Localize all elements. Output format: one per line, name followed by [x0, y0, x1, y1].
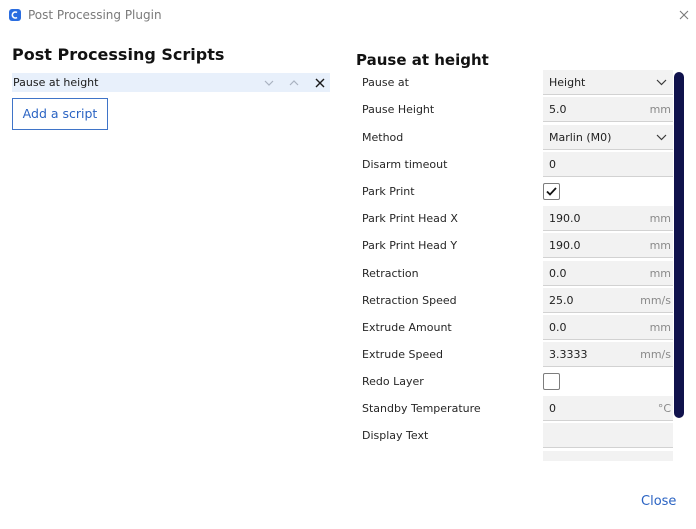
- setting-label: Extrude Speed: [362, 348, 443, 361]
- field-value: 190.0: [549, 239, 581, 252]
- setting-retraction: Retraction 0.0 mm: [355, 260, 675, 287]
- field-unit: mm: [649, 212, 671, 225]
- display-text-input[interactable]: [543, 423, 673, 448]
- extrude-speed-input[interactable]: 3.3333 mm/s: [543, 342, 673, 367]
- setting-display-text: Display Text: [355, 422, 675, 449]
- move-up-icon[interactable]: [287, 75, 301, 89]
- setting-standby-temperature: Standby Temperature 0 °C: [355, 395, 675, 422]
- field-value: 0: [549, 158, 556, 171]
- app-icon: [9, 9, 21, 21]
- script-list-item[interactable]: Pause at height: [12, 73, 330, 92]
- script-settings-heading: Pause at height: [356, 51, 489, 69]
- field-unit: mm/s: [640, 348, 671, 361]
- field-value: 0.0: [549, 321, 567, 334]
- window-close-icon[interactable]: [677, 7, 691, 21]
- move-down-icon[interactable]: [262, 75, 276, 89]
- park-head-y-input[interactable]: 190.0 mm: [543, 233, 673, 258]
- field-value: 190.0: [549, 212, 581, 225]
- setting-park-head-x: Park Print Head X 190.0 mm: [355, 205, 675, 232]
- setting-label: Extrude Amount: [362, 321, 452, 334]
- setting-label: Pause at: [362, 76, 409, 89]
- setting-label: Disarm timeout: [362, 158, 448, 171]
- setting-label: Park Print Head Y: [362, 239, 458, 252]
- field-unit: mm: [649, 103, 671, 116]
- settings-panel: Pause at Height Pause Height 5.0 mm Meth…: [355, 69, 675, 461]
- setting-next-partial: [355, 450, 675, 461]
- setting-redo-layer: Redo Layer: [355, 368, 675, 395]
- scripts-heading: Post Processing Scripts: [12, 45, 225, 64]
- field-unit: mm: [649, 239, 671, 252]
- setting-label: Pause Height: [362, 103, 435, 116]
- settings-scrollbar[interactable]: [674, 72, 684, 418]
- setting-label: Retraction Speed: [362, 294, 457, 307]
- chevron-down-icon: [656, 79, 667, 86]
- setting-pause-height: Pause Height 5.0 mm: [355, 96, 675, 123]
- field-value: 3.3333: [549, 348, 588, 361]
- pause-at-dropdown[interactable]: Height: [543, 70, 673, 95]
- field-unit: mm: [649, 267, 671, 280]
- setting-disarm-timeout: Disarm timeout 0: [355, 151, 675, 178]
- setting-label: Retraction: [362, 267, 419, 280]
- standby-temperature-input[interactable]: 0 °C: [543, 396, 673, 421]
- next-setting-input[interactable]: [543, 451, 673, 461]
- redo-layer-checkbox[interactable]: [543, 373, 560, 390]
- add-script-button[interactable]: Add a script: [12, 98, 108, 130]
- field-unit: mm: [649, 321, 671, 334]
- chevron-down-icon: [656, 134, 667, 141]
- setting-park-print: Park Print: [355, 178, 675, 205]
- setting-method: Method Marlin (M0): [355, 124, 675, 151]
- setting-pause-at: Pause at Height: [355, 69, 675, 96]
- method-dropdown[interactable]: Marlin (M0): [543, 125, 673, 150]
- park-head-x-input[interactable]: 190.0 mm: [543, 206, 673, 231]
- field-value: 0: [549, 402, 556, 415]
- setting-park-head-y: Park Print Head Y 190.0 mm: [355, 232, 675, 259]
- setting-label: Standby Temperature: [362, 402, 481, 415]
- disarm-timeout-input[interactable]: 0: [543, 152, 673, 177]
- setting-retraction-speed: Retraction Speed 25.0 mm/s: [355, 287, 675, 314]
- dropdown-value: Height: [549, 76, 586, 89]
- dropdown-value: Marlin (M0): [549, 131, 612, 144]
- field-unit: mm/s: [640, 294, 671, 307]
- remove-script-icon[interactable]: [313, 75, 327, 89]
- setting-label: Display Text: [362, 429, 429, 442]
- script-label: Pause at height: [13, 76, 99, 89]
- retraction-input[interactable]: 0.0 mm: [543, 261, 673, 286]
- field-unit: °C: [657, 402, 671, 415]
- setting-extrude-amount: Extrude Amount 0.0 mm: [355, 314, 675, 341]
- setting-label: Park Print: [362, 185, 415, 198]
- close-button[interactable]: Close: [641, 494, 676, 509]
- field-value: 5.0: [549, 103, 567, 116]
- field-value: 0.0: [549, 267, 567, 280]
- retraction-speed-input[interactable]: 25.0 mm/s: [543, 288, 673, 313]
- field-value: 25.0: [549, 294, 574, 307]
- extrude-amount-input[interactable]: 0.0 mm: [543, 315, 673, 340]
- window-title: Post Processing Plugin: [28, 8, 162, 22]
- pause-height-input[interactable]: 5.0 mm: [543, 97, 673, 122]
- title-bar: Post Processing Plugin: [0, 0, 696, 31]
- setting-label: Redo Layer: [362, 375, 424, 388]
- setting-label: Method: [362, 131, 404, 144]
- setting-label: Park Print Head X: [362, 212, 458, 225]
- park-print-checkbox[interactable]: [543, 183, 560, 200]
- setting-extrude-speed: Extrude Speed 3.3333 mm/s: [355, 341, 675, 368]
- checkmark-icon: [546, 187, 557, 196]
